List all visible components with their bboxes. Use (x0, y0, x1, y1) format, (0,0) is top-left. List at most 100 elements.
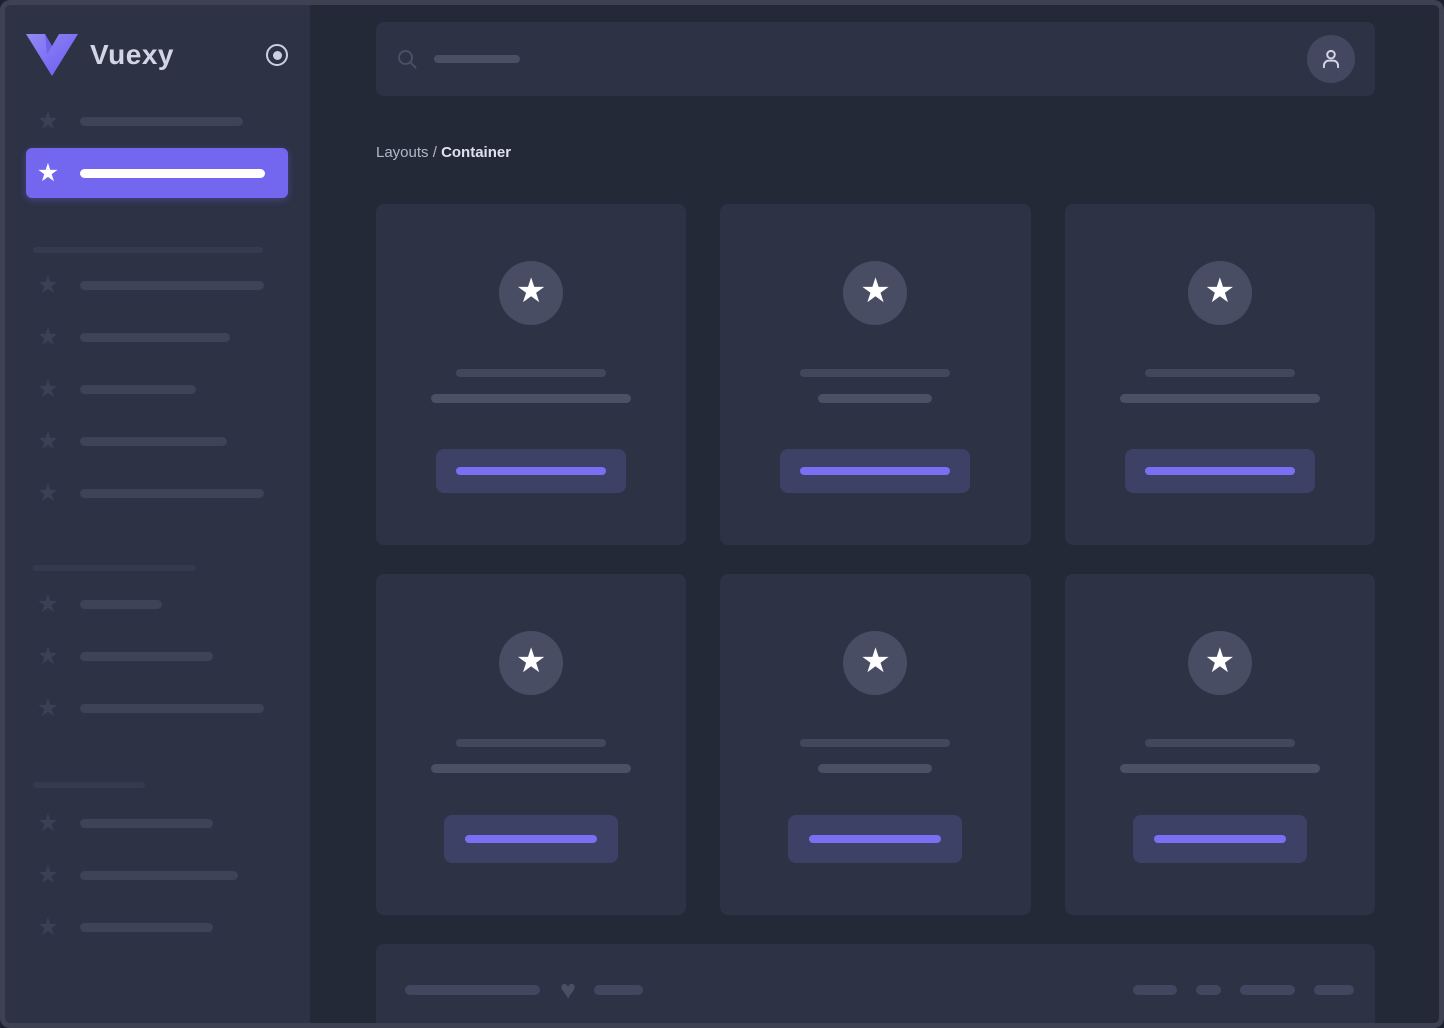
button-label-placeholder (456, 467, 607, 475)
section-header-placeholder (33, 565, 196, 571)
card-action-button[interactable] (1124, 449, 1315, 493)
card-title-placeholder (456, 739, 607, 747)
placeholder-card: ★ (720, 204, 1031, 545)
star-icon: ★ (36, 913, 60, 941)
sidebar-pin-toggle[interactable] (266, 44, 288, 66)
star-icon: ★ (36, 642, 60, 670)
sidebar-item[interactable]: ★ (26, 693, 288, 723)
button-label-placeholder (1153, 835, 1286, 843)
card-avatar: ★ (843, 631, 908, 695)
card-title-placeholder (1144, 739, 1295, 747)
star-icon: ★ (36, 323, 60, 351)
placeholder-bar (80, 922, 213, 932)
sidebar-item[interactable]: ★ (26, 860, 288, 890)
footer-link-placeholder[interactable] (1133, 985, 1177, 995)
footer-link-placeholder[interactable] (1314, 985, 1354, 995)
placeholder-bar (80, 599, 162, 609)
placeholder-bar (80, 280, 264, 290)
search-bar[interactable] (376, 22, 1375, 96)
footer-link-placeholder[interactable] (1196, 985, 1221, 995)
logo-row: Vuexy (26, 32, 288, 78)
placeholder-card: ★ (376, 574, 687, 915)
card-grid: ★ ★ ★ ★ ★ ★ (376, 204, 1375, 915)
breadcrumb: Layouts / Container (376, 143, 1375, 162)
breadcrumb-parent[interactable]: Layouts (376, 144, 429, 161)
card-action-button[interactable] (1132, 815, 1307, 863)
star-icon: ★ (515, 272, 547, 310)
card-avatar: ★ (1187, 631, 1252, 695)
placeholder-bar (80, 818, 213, 828)
placeholder-bar (80, 168, 265, 178)
main-content: Layouts / Container ★ ★ ★ ★ ★ ★ ♥ (310, 0, 1444, 1028)
footer-text-placeholder (594, 985, 644, 995)
card-text-placeholder (431, 764, 632, 773)
sidebar-item[interactable]: ★ (26, 478, 288, 508)
card-title-placeholder (800, 739, 951, 747)
card-text-placeholder (431, 394, 632, 403)
placeholder-bar (80, 116, 243, 126)
sidebar-item[interactable]: ★ (26, 270, 288, 300)
star-icon: ★ (36, 861, 60, 889)
brand-name: Vuexy (90, 39, 174, 70)
heart-icon: ♥ (560, 975, 577, 1005)
star-icon: ★ (1204, 642, 1236, 680)
app-window: Vuexy ★ ★ ★ ★ ★ ★ ★ ★ ★ ★ ★ ★ ★ Layouts … (0, 0, 1444, 1028)
footer-link-placeholder[interactable] (1240, 985, 1295, 995)
sidebar-item[interactable]: ★ (26, 589, 288, 619)
sidebar-item[interactable]: ★ (26, 426, 288, 456)
footer-links (1133, 985, 1354, 995)
sidebar-item[interactable]: ★ (26, 106, 288, 136)
star-icon: ★ (860, 642, 891, 680)
footer-card: ♥ (376, 944, 1375, 1028)
star-icon: ★ (36, 107, 60, 135)
breadcrumb-current: Container (441, 144, 512, 161)
card-text-placeholder (818, 394, 933, 403)
search-placeholder-bar (434, 55, 520, 63)
star-icon: ★ (36, 590, 60, 618)
card-action-button[interactable] (436, 449, 627, 493)
vuexy-logo-icon (26, 34, 78, 76)
section-header-placeholder (33, 247, 263, 253)
search-icon (398, 50, 417, 69)
star-icon: ★ (36, 375, 60, 403)
star-icon: ★ (860, 272, 891, 310)
placeholder-bar (80, 870, 238, 880)
star-icon: ★ (36, 809, 60, 837)
card-action-button[interactable] (788, 815, 963, 863)
placeholder-bar (80, 332, 230, 342)
placeholder-card: ★ (720, 574, 1031, 915)
card-title-placeholder (1144, 369, 1295, 377)
placeholder-bar (80, 436, 227, 446)
star-icon: ★ (515, 642, 547, 680)
placeholder-card: ★ (376, 204, 687, 545)
footer-row: ♥ (405, 975, 1354, 1005)
sidebar: Vuexy ★ ★ ★ ★ ★ ★ ★ ★ ★ ★ ★ ★ ★ (0, 0, 310, 1028)
card-text-placeholder (1119, 394, 1320, 403)
button-label-placeholder (800, 467, 951, 475)
sidebar-item[interactable]: ★ (26, 912, 288, 942)
sidebar-item[interactable]: ★ (26, 808, 288, 838)
button-label-placeholder (809, 835, 942, 843)
sidebar-item[interactable]: ★ (26, 374, 288, 404)
card-title-placeholder (456, 369, 607, 377)
card-title-placeholder (800, 369, 951, 377)
breadcrumb-separator: / (428, 144, 442, 161)
placeholder-bar (80, 488, 264, 498)
section-header-placeholder (33, 782, 145, 788)
sidebar-item[interactable]: ★ (26, 322, 288, 352)
sidebar-item-active[interactable]: ★ (26, 148, 288, 198)
button-label-placeholder (1144, 467, 1295, 475)
star-icon: ★ (36, 427, 60, 455)
card-action-button[interactable] (444, 815, 619, 863)
user-avatar-button[interactable] (1307, 35, 1355, 83)
placeholder-bar (80, 651, 213, 661)
star-icon: ★ (36, 159, 60, 187)
card-avatar: ★ (499, 631, 564, 695)
radio-dot-icon (272, 50, 282, 60)
star-icon: ★ (36, 479, 60, 507)
card-action-button[interactable] (780, 449, 971, 493)
star-icon: ★ (36, 694, 60, 722)
sidebar-item[interactable]: ★ (26, 641, 288, 671)
star-icon: ★ (1204, 272, 1236, 310)
button-label-placeholder (465, 835, 598, 843)
